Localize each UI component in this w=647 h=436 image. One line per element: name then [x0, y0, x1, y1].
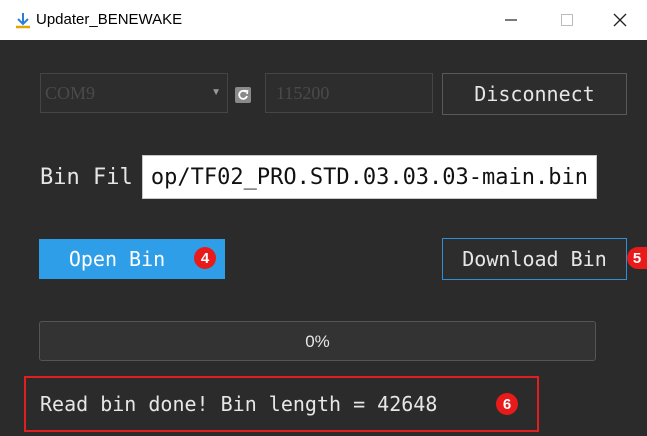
minimize-button[interactable]	[484, 0, 538, 40]
app-client-area: COM9 ▼ 115200 Disconnect Bin Fil op/TF02…	[0, 40, 647, 436]
progress-percent: 0%	[305, 332, 330, 351]
download-arrow-icon	[16, 13, 30, 29]
bin-file-label: Bin Fil	[40, 165, 133, 190]
window-title: Updater_BENEWAKE	[36, 11, 183, 28]
port-value: COM9	[45, 83, 96, 103]
annotation-5-badge: 5	[627, 247, 647, 269]
status-message: Read bin done! Bin length = 42648	[40, 392, 438, 416]
bin-path-value: op/TF02_PRO.STD.03.03.03-main.bin	[150, 165, 588, 190]
title-bar: Updater_BENEWAKE	[0, 0, 647, 40]
disconnect-button[interactable]: Disconnect	[442, 73, 627, 115]
refresh-icon[interactable]	[235, 87, 251, 103]
maximize-icon	[561, 14, 573, 26]
annotation-6-badge: 6	[496, 393, 518, 415]
refresh-glyph-icon	[238, 89, 249, 100]
progress-bar: 0%	[39, 321, 596, 361]
port-select[interactable]: COM9 ▼	[40, 73, 228, 113]
bin-path-field[interactable]: op/TF02_PRO.STD.03.03.03-main.bin	[142, 155, 597, 199]
download-bin-button[interactable]: Download Bin	[442, 238, 627, 280]
baud-value: 115200	[276, 83, 330, 103]
close-icon	[613, 13, 627, 27]
open-bin-label: Open Bin	[68, 247, 166, 271]
annotation-4-badge: 4	[194, 247, 216, 269]
chevron-down-icon: ▼	[211, 87, 221, 98]
baud-rate-field[interactable]: 115200	[265, 73, 433, 113]
minimize-icon	[505, 19, 517, 21]
close-button[interactable]	[593, 0, 647, 40]
maximize-button[interactable]	[540, 0, 594, 40]
